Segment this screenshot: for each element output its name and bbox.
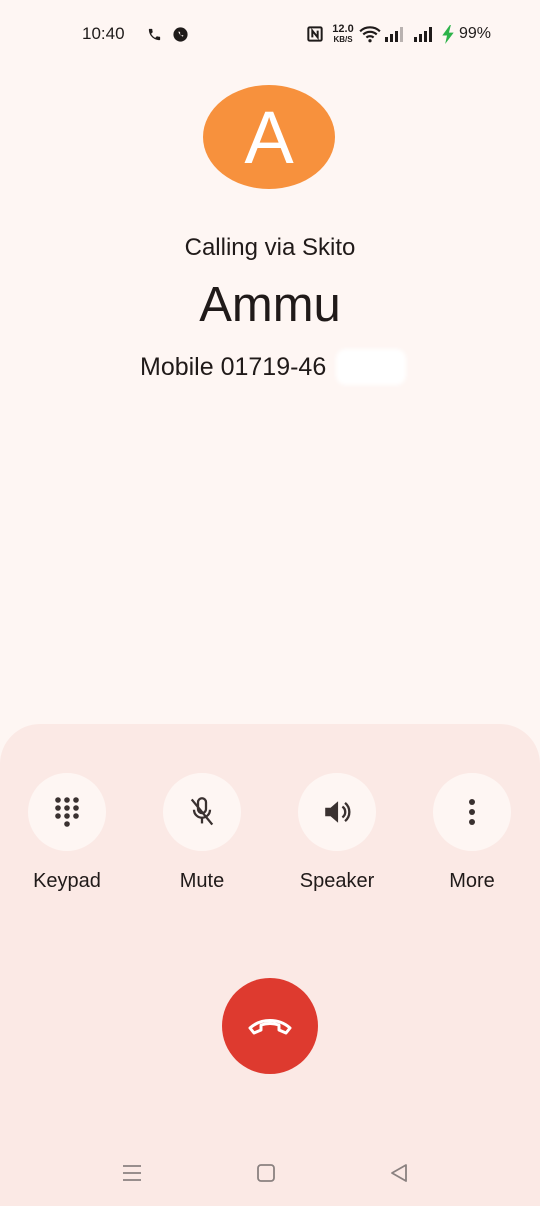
signal-icon: [413, 24, 435, 44]
status-bar: 10:40 12.0 KB/S 99%: [0, 0, 540, 70]
whatsapp-icon: [171, 24, 189, 44]
mute-button-circle[interactable]: [163, 773, 241, 851]
keypad-button[interactable]: [28, 773, 106, 851]
net-speed: 12.0 KB/S: [331, 23, 355, 45]
net-speed-value: 12.0: [332, 23, 354, 35]
charging-icon: [440, 24, 456, 44]
home-nav-button[interactable]: [254, 1162, 278, 1184]
back-icon: [391, 1164, 407, 1182]
more-button-circle[interactable]: [433, 773, 511, 851]
menu-icon: [123, 1165, 141, 1181]
keypad-button-circle[interactable]: [28, 773, 106, 851]
home-icon: [257, 1164, 275, 1182]
speaker-button-circle[interactable]: [298, 773, 376, 851]
back-nav-button[interactable]: [387, 1162, 411, 1184]
speaker-label: Speaker: [299, 870, 375, 892]
end-call-button[interactable]: [222, 978, 318, 1074]
keypad-label: Keypad: [33, 870, 101, 892]
mic-off-icon: [190, 797, 214, 826]
speaker-button[interactable]: [298, 773, 376, 851]
status-time: 10:40: [82, 24, 125, 43]
redaction-mark: [336, 349, 406, 385]
battery-level: 99%: [459, 25, 492, 42]
net-speed-unit: KB/S: [333, 35, 353, 44]
caller-name: Ammu: [199, 278, 341, 332]
more-button[interactable]: [433, 773, 511, 851]
phone-icon: [146, 24, 162, 44]
more-vertical-icon: [469, 799, 475, 825]
avatar: A: [203, 85, 337, 189]
calling-via-label: Calling via Skito: [184, 234, 356, 261]
signal-icon: [384, 24, 406, 44]
dialpad-icon: [55, 797, 79, 827]
mute-label: Mute: [179, 870, 225, 892]
hang-up-icon: [248, 1019, 292, 1035]
caller-number: Mobile 01719-46: [140, 353, 327, 381]
avatar-letter: A: [203, 85, 335, 189]
wifi-icon: [359, 24, 381, 44]
mute-button[interactable]: [163, 773, 241, 851]
menu-nav-button[interactable]: [120, 1162, 144, 1184]
nfc-icon: [306, 24, 324, 44]
more-label: More: [449, 870, 495, 892]
speaker-icon: [325, 801, 351, 823]
